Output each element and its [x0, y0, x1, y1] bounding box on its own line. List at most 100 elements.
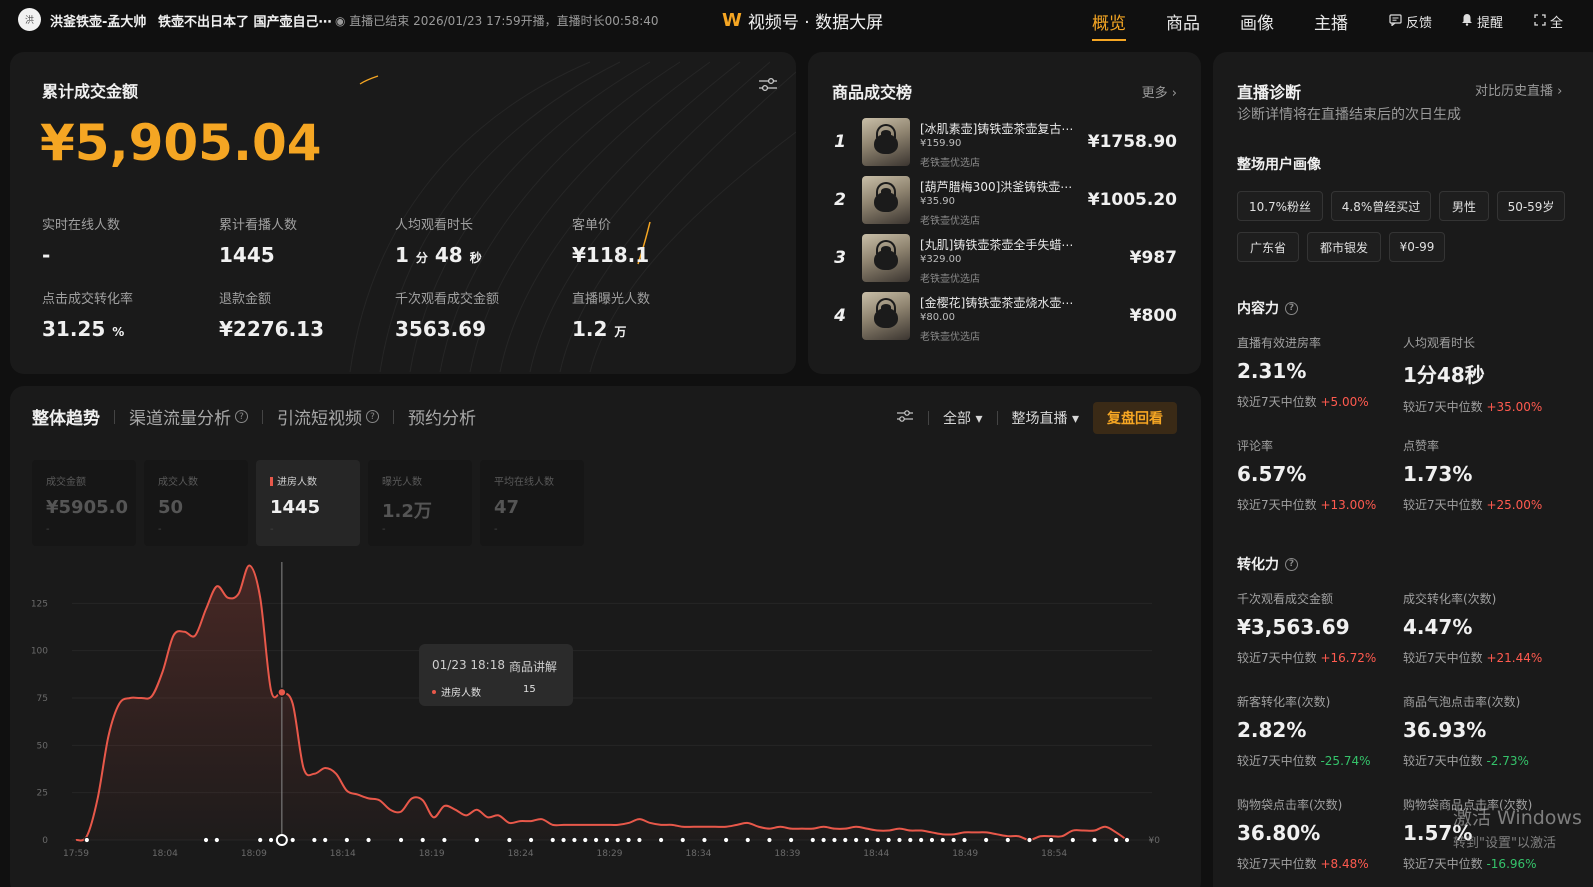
compare-history-link[interactable]: 对比历史直播 ›: [1475, 80, 1562, 99]
ranking-more-link[interactable]: 更多 ›: [1142, 82, 1177, 101]
nav-tab-overview[interactable]: 概览: [1092, 9, 1126, 41]
event-marker: [809, 836, 816, 844]
tab-reservation[interactable]: 预约分析: [408, 404, 476, 429]
filter-settings-icon[interactable]: [758, 77, 780, 93]
event-marker: [592, 836, 600, 844]
product-shop: 老铁壶优选店: [920, 158, 980, 169]
event-marker: [657, 836, 665, 844]
product-thumbnail: [862, 176, 910, 224]
metric-card-label: 进房人数: [270, 473, 317, 488]
stat-value: ¥3,563.69: [1237, 615, 1350, 639]
stat-value: 36.80%: [1237, 821, 1321, 845]
event-marker: [885, 836, 892, 844]
product-price: ¥329.00: [920, 254, 962, 265]
tab-overall-trend[interactable]: 整体趋势: [32, 404, 100, 429]
nav-tab-products[interactable]: 商品: [1166, 9, 1200, 34]
stat-compare: 较近7天中位数 -25.74%: [1237, 752, 1397, 769]
product-row[interactable]: 2 [葫芦腊梅300]洪釜铸铁壶⋯ ¥35.90 老铁壶优选店 ¥1005.20: [832, 176, 1177, 227]
product-gmv: ¥1758.90: [1087, 132, 1177, 152]
metric-value: -: [42, 243, 51, 267]
portrait-title: 整场用户画像: [1237, 157, 1321, 173]
tab-label: 渠道流量分析: [129, 409, 231, 429]
stat-gpm: 千次观看成交金额 ¥3,563.69 较近7天中位数 +16.72%: [1237, 590, 1397, 666]
metric-value: 31.25 %: [42, 317, 133, 341]
chart-settings-icon[interactable]: [896, 409, 914, 427]
metric-card-delta: -: [158, 524, 162, 535]
metric-card-exposure[interactable]: 曝光人数 1.2万 -: [368, 460, 472, 546]
right-axis-label: ¥0: [1149, 836, 1161, 846]
metric-card-delta: -: [382, 524, 386, 535]
stat-compare-label: 较近7天中位数: [1403, 651, 1483, 665]
metric-label: 人均观看时长: [395, 218, 474, 233]
tag-price-band: ¥0-99: [1389, 232, 1445, 262]
event-marker: [1091, 836, 1098, 844]
stat-label: 商品气泡点击率(次数): [1403, 695, 1521, 709]
metric-card-entries[interactable]: 进房人数 1445 -: [256, 460, 360, 546]
metric-click-conversion: 点击成交转化率 31.25 %: [42, 288, 133, 341]
event-marker: [322, 836, 329, 844]
product-row[interactable]: 1 [冰肌素壶]铸铁壶茶壶复古⋯ ¥159.90 老铁壶优选店 ¥1758.90: [832, 118, 1177, 169]
event-marker: [571, 836, 578, 844]
metric-value: 1 分 48 秒: [395, 243, 482, 267]
range-select[interactable]: 整场直播 ▾: [1012, 408, 1079, 428]
metric-card-value: 1445: [270, 497, 321, 518]
x-tick-label: 18:04: [152, 849, 178, 859]
remind-button[interactable]: 提醒: [1461, 12, 1503, 31]
event-marker: [625, 836, 632, 844]
help-icon[interactable]: ?: [1285, 301, 1298, 315]
metric-card-gmv[interactable]: 成交金额 ¥5905.0 -: [32, 460, 136, 546]
review-playback-button[interactable]: 复盘回看: [1093, 402, 1177, 434]
diagnosis-card: 直播诊断 对比历史直播 › 诊断详情将在直播结束后的次日生成 整场用户画像 10…: [1213, 52, 1593, 887]
scope-select[interactable]: 全部 ▾: [943, 408, 982, 428]
nav-tab-host[interactable]: 主播: [1314, 9, 1348, 34]
help-icon[interactable]: ?: [235, 410, 248, 423]
shop-name: 洪釜铁壶-孟大帅: [50, 15, 147, 30]
nav-tab-portrait[interactable]: 画像: [1240, 9, 1274, 34]
metric-card-buyers[interactable]: 成交人数 50 -: [144, 460, 248, 546]
event-marker: [744, 836, 751, 844]
diagnosis-subtitle: 诊断详情将在直播结束后的次日生成: [1237, 107, 1461, 123]
fullscreen-icon: [1534, 13, 1546, 30]
stat-value: 2.31%: [1237, 359, 1307, 383]
product-row[interactable]: 4 [金樱花]铸铁壶茶壶烧水壶⋯ ¥80.00 老铁壶优选店 ¥800: [832, 292, 1177, 343]
feedback-label: 反馈: [1406, 16, 1433, 31]
stat-delta: -2.73%: [1486, 754, 1529, 768]
stat-compare-label: 较近7天中位数: [1237, 498, 1317, 512]
metric-unit: %: [112, 325, 125, 339]
summary-title: 累计成交金额: [42, 82, 139, 101]
stat-delta: -16.96%: [1486, 857, 1537, 871]
tab-channel-traffic[interactable]: 渠道流量分析?: [129, 404, 248, 429]
product-shop: 老铁壶优选店: [920, 216, 980, 227]
stat-compare: 较近7天中位数 +25.00%: [1403, 496, 1563, 513]
event-marker: [679, 836, 686, 844]
stat-value: 36.93%: [1403, 718, 1487, 742]
metric-card-avg-online[interactable]: 平均在线人数 47 -: [480, 460, 584, 546]
stat-like-rate: 点赞率 1.73% 较近7天中位数 +25.00%: [1403, 437, 1563, 513]
stat-delta: +35.00%: [1486, 400, 1543, 414]
help-icon[interactable]: ?: [1285, 557, 1298, 571]
fullscreen-button[interactable]: 全: [1534, 12, 1563, 31]
entries-trend-chart[interactable]: 0 25 50 75 100 125 ¥0 17:59 18:04 18:09 18:14 18:19…: [10, 536, 1201, 876]
metric-value: ¥2276.13: [219, 317, 325, 341]
tab-label: 引流短视频: [277, 409, 362, 429]
metric-number: 1.2: [572, 317, 608, 341]
stat-compare: 较近7天中位数 +21.44%: [1403, 649, 1563, 666]
event-marker: [636, 836, 643, 844]
tab-short-video[interactable]: 引流短视频?: [277, 404, 379, 429]
stat-label: 点赞率: [1403, 439, 1440, 453]
product-thumbnail: [862, 292, 910, 340]
stat-compare-label: 较近7天中位数: [1237, 395, 1317, 409]
trend-tabs: 整体趋势 渠道流量分析? 引流短视频? 预约分析: [32, 404, 476, 429]
event-marker: [560, 836, 567, 844]
shop-avatar[interactable]: 洪: [18, 8, 41, 31]
tooltip-series: 进房人数: [432, 684, 481, 699]
product-gmv: ¥800: [1129, 306, 1177, 326]
product-rank: 2: [834, 190, 846, 210]
metric-value: 1445: [219, 243, 275, 267]
product-row[interactable]: 3 [丸肌]铸铁壶茶壶全手失蜡⋯ ¥329.00 老铁壶优选店 ¥987: [832, 234, 1177, 285]
help-icon[interactable]: ?: [366, 410, 379, 423]
event-marker: [549, 836, 556, 844]
tooltip-series-name: 进房人数: [441, 688, 481, 699]
event-marker: [896, 836, 903, 844]
feedback-button[interactable]: 反馈: [1389, 12, 1432, 31]
